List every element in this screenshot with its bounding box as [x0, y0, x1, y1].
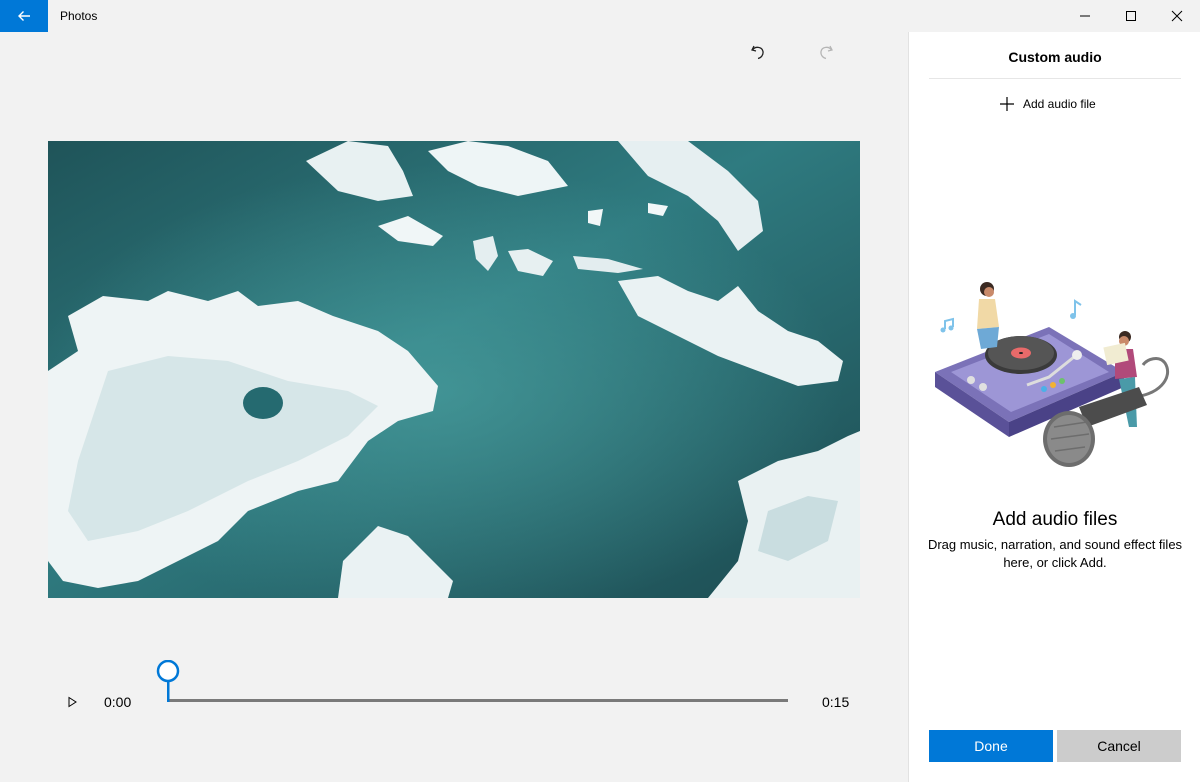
scrubber-handle-icon — [156, 659, 180, 702]
empty-state-heading: Add audio files — [992, 509, 1118, 530]
empty-state-description: Drag music, narration, and sound effect … — [927, 537, 1183, 570]
back-button[interactable] — [0, 0, 48, 32]
maximize-icon — [1126, 11, 1136, 21]
undo-button[interactable] — [740, 38, 776, 66]
audio-illustration-image — [935, 282, 1170, 467]
add-audio-file-button[interactable]: Add audio file — [999, 92, 1096, 116]
arrow-left-icon — [18, 11, 30, 21]
close-icon — [1171, 10, 1183, 22]
minimize-icon — [1080, 15, 1090, 17]
panel-divider — [929, 78, 1181, 79]
video-preview[interactable] — [48, 141, 860, 598]
timeline-scrubber[interactable] — [156, 659, 180, 702]
play-button[interactable] — [58, 688, 86, 716]
title-bar: Photos — [0, 0, 1200, 32]
add-audio-file-label: Add audio file — [1023, 97, 1096, 111]
timeline-track[interactable] — [168, 699, 788, 702]
cancel-button[interactable]: Cancel — [1057, 730, 1181, 762]
maximize-button[interactable] — [1108, 0, 1154, 32]
close-button[interactable] — [1154, 0, 1200, 32]
current-time: 0:00 — [104, 694, 132, 710]
redo-button[interactable] — [808, 38, 844, 66]
undo-icon — [751, 45, 764, 60]
play-icon — [68, 696, 77, 708]
video-frame-image — [48, 141, 860, 598]
plus-icon — [1000, 97, 1014, 111]
editor-area: 0:00 0:15 — [0, 32, 908, 782]
custom-audio-panel: Custom audio Add audio file Add audio fi… — [908, 32, 1200, 782]
done-button[interactable]: Done — [929, 730, 1053, 762]
app-title: Photos — [60, 9, 98, 23]
panel-title: Custom audio — [1008, 49, 1102, 65]
duration-time: 0:15 — [822, 694, 850, 710]
minimize-button[interactable] — [1062, 0, 1108, 32]
redo-icon — [820, 45, 833, 60]
